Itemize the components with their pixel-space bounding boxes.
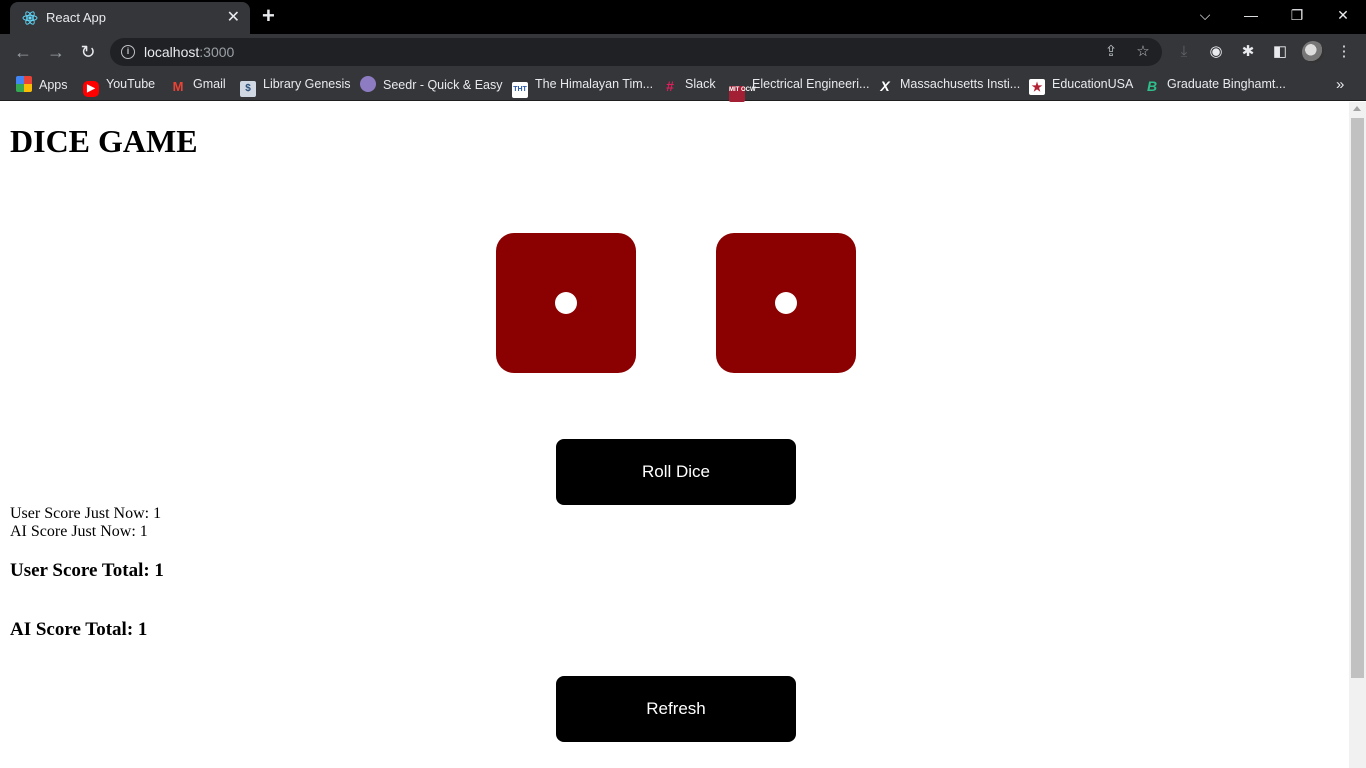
edx-icon: X [880,78,890,94]
mit-ocw-icon: MIT OCW [729,86,756,102]
bookmark-slack[interactable]: # Slack [662,76,715,96]
slack-icon: # [666,78,674,94]
bookmark-star-icon[interactable]: ☆ [1134,43,1152,61]
die-1 [496,233,636,373]
url-text: localhost:3000 [144,44,235,60]
binghamton-icon: B [1146,78,1158,94]
die-pip [775,292,797,314]
tab-search-icon[interactable]: ⌵ [1182,0,1228,30]
tab-title: React App [46,10,106,25]
bookmark-library-genesis[interactable]: $ Library Genesis [240,76,351,97]
educationusa-icon: ★ [1029,79,1045,95]
restore-button[interactable]: ❐ [1274,0,1320,30]
bookmark-apps[interactable]: Apps [16,76,68,96]
bookmark-seedr[interactable]: Seedr - Quick & Easy [360,76,503,96]
tab-close-icon[interactable]: ✕ [227,8,240,28]
share-icon[interactable]: ⇪ [1102,43,1120,61]
youtube-icon: ▶ [83,81,99,97]
menu-kebab-icon[interactable]: ⋮ [1334,42,1354,62]
die-2 [716,233,856,373]
bookmark-himalayan-times[interactable]: THT The Himalayan Tim... [512,76,653,98]
scroll-up-arrow-icon[interactable] [1353,106,1361,111]
forward-button[interactable]: → [45,41,67,63]
browser-toolbar: ← → ↻ i localhost:3000 ⇪ ☆ ⤓ ◉ ✱ ◧ ⋮ [0,34,1366,70]
library-genesis-icon: $ [240,81,256,97]
new-tab-button[interactable]: + [262,5,275,27]
bookmark-educationusa[interactable]: ★ EducationUSA [1029,76,1133,96]
side-panel-icon[interactable]: ◧ [1270,42,1290,62]
bookmark-binghamton[interactable]: B Graduate Binghamt... [1144,76,1286,96]
apps-grid-icon [16,76,32,92]
vertical-scrollbar[interactable] [1349,102,1366,768]
download-icon[interactable]: ⤓ [1174,42,1194,62]
bookmark-massachusetts[interactable]: X Massachusetts Insti... [877,76,1020,96]
page-viewport: DICE GAME Roll Dice User Score Just Now:… [0,102,1366,768]
site-info-icon[interactable]: i [121,45,135,59]
bookmark-youtube[interactable]: ▶ YouTube [83,76,155,97]
gmail-icon: M [172,79,184,94]
seedr-icon [360,76,376,92]
address-bar[interactable]: i localhost:3000 ⇪ ☆ [110,38,1162,66]
reload-button[interactable]: ↻ [77,41,99,63]
profile-avatar[interactable] [1302,41,1324,63]
minimize-button[interactable]: — [1228,0,1274,30]
extensions-puzzle-icon[interactable]: ✱ [1238,42,1258,62]
scrollbar-thumb[interactable] [1351,118,1364,678]
extension-circle-icon[interactable]: ◉ [1206,42,1226,62]
himalayan-times-icon: THT [512,82,528,98]
ai-score-total: AI Score Total: 1 [10,619,148,640]
ai-score-now: AI Score Just Now: 1 [10,523,148,540]
bookmark-mit-ocw[interactable]: MIT OCWElectrical Engineeri... [729,76,869,102]
page-title: DICE GAME [10,123,198,159]
bookmark-gmail[interactable]: M Gmail [170,76,226,96]
user-score-now: User Score Just Now: 1 [10,505,162,522]
back-button[interactable]: ← [12,41,34,63]
die-pip [555,292,577,314]
browser-tab[interactable]: React App ✕ [10,2,250,34]
more-bookmarks-icon[interactable]: » [1336,76,1344,93]
close-window-button[interactable]: ✕ [1320,0,1366,30]
react-icon [22,11,38,25]
roll-dice-button[interactable]: Roll Dice [556,439,796,505]
tab-strip: React App ✕ + ⌵ — ❐ ✕ [0,0,1366,34]
refresh-button[interactable]: Refresh [556,676,796,742]
user-score-total: User Score Total: 1 [10,560,164,581]
bookmarks-bar: Apps ▶ YouTube M Gmail $ Library Genesis Se… [0,70,1366,102]
